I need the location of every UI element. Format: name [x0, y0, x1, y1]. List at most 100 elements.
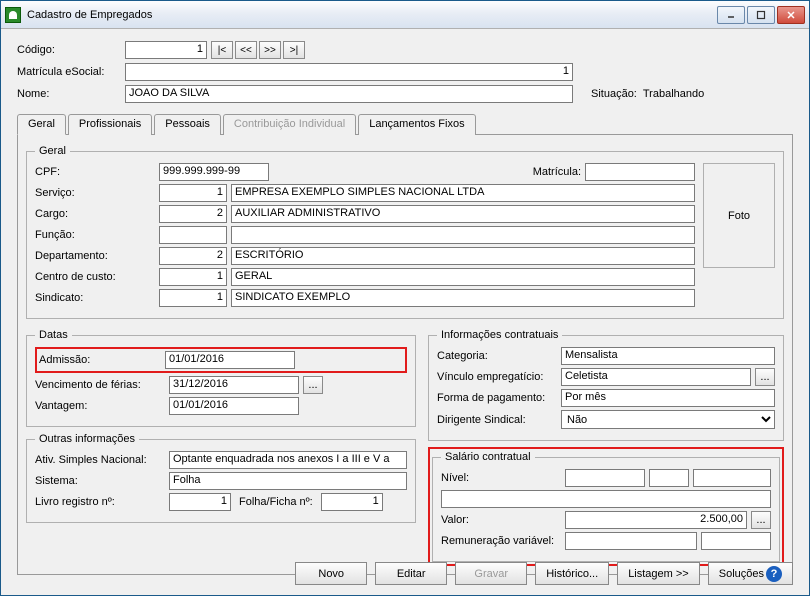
sistema-label: Sistema:	[35, 475, 165, 487]
tab-lancamentos[interactable]: Lançamentos Fixos	[358, 114, 475, 135]
nivel-field-2[interactable]	[649, 469, 689, 487]
admissao-field[interactable]: 01/01/2016	[165, 351, 295, 369]
nav-first-button[interactable]: |<	[211, 41, 233, 59]
sind-nome-field[interactable]: SINDICATO EXEMPLO	[231, 289, 695, 307]
close-button[interactable]	[777, 6, 805, 24]
simples-field[interactable]: Optante enquadrada nos anexos I a III e …	[169, 451, 407, 469]
funcao-nome-field[interactable]	[231, 226, 695, 244]
salario-group: Salário contratual Nível:	[432, 451, 780, 562]
matricula-field[interactable]	[585, 163, 695, 181]
vantagem-label: Vantagem:	[35, 400, 165, 412]
depto-nome-field[interactable]: ESCRITÓRIO	[231, 247, 695, 265]
matricula-esocial-field[interactable]: 1	[125, 63, 573, 81]
help-icon: ?	[766, 566, 782, 582]
historico-button[interactable]: Histórico...	[535, 562, 609, 585]
vinculo-label: Vínculo empregatício:	[437, 371, 557, 383]
titlebar: Cadastro de Empregados	[1, 1, 809, 29]
cpf-label: CPF:	[35, 166, 155, 178]
tabs: Geral Profissionais Pessoais Contribuiçã…	[17, 113, 793, 135]
vinculo-lookup-button[interactable]: ...	[755, 368, 775, 386]
funcao-cod-field[interactable]	[159, 226, 227, 244]
outras-group: Outras informações Ativ. Simples Naciona…	[26, 433, 416, 523]
sistema-field[interactable]: Folha	[169, 472, 407, 490]
nivel-field-1[interactable]	[565, 469, 645, 487]
funcao-label: Função:	[35, 229, 155, 241]
sind-label: Sindicato:	[35, 292, 155, 304]
servico-label: Serviço:	[35, 187, 155, 199]
valor-label: Valor:	[441, 514, 561, 526]
servico-cod-field[interactable]: 1	[159, 184, 227, 202]
tab-pessoais[interactable]: Pessoais	[154, 114, 221, 135]
nivel-label: Nível:	[441, 472, 561, 484]
matricula-label: Matrícula:	[533, 166, 581, 178]
situacao-label: Situação:	[591, 88, 637, 100]
datas-legend: Datas	[35, 329, 72, 341]
photo-placeholder[interactable]: Foto	[703, 163, 775, 268]
dirigente-label: Dirigente Sindical:	[437, 414, 557, 426]
admissao-label: Admissão:	[39, 354, 165, 366]
depto-cod-field[interactable]: 2	[159, 247, 227, 265]
cargo-nome-field[interactable]: AUXILIAR ADMINISTRATIVO	[231, 205, 695, 223]
situacao-value: Trabalhando	[643, 88, 704, 100]
vinculo-field[interactable]: Celetista	[561, 368, 751, 386]
window-title: Cadastro de Empregados	[27, 9, 717, 21]
venc-ferias-label: Vencimento de férias:	[35, 379, 165, 391]
outras-legend: Outras informações	[35, 433, 139, 445]
venc-ferias-field[interactable]: 31/12/2016	[169, 376, 299, 394]
editar-button[interactable]: Editar	[375, 562, 447, 585]
remun-field-1[interactable]	[565, 532, 697, 550]
cargo-cod-field[interactable]: 2	[159, 205, 227, 223]
codigo-label: Código:	[17, 44, 125, 56]
tab-contribuicao: Contribuição Individual	[223, 114, 356, 135]
dirigente-select[interactable]: Não	[561, 410, 775, 429]
tab-geral[interactable]: Geral	[17, 114, 66, 135]
vantagem-field[interactable]: 01/01/2016	[169, 397, 299, 415]
cc-nome-field[interactable]: GERAL	[231, 268, 695, 286]
remun-field-2[interactable]	[701, 532, 771, 550]
gravar-button: Gravar	[455, 562, 527, 585]
folha-label: Folha/Ficha nº:	[239, 496, 313, 508]
cpf-field[interactable]: 999.999.999-99	[159, 163, 269, 181]
forma-field[interactable]: Por mês	[561, 389, 775, 407]
datas-group: Datas Admissão: 01/01/2016 Vencimento de…	[26, 329, 416, 427]
cc-label: Centro de custo:	[35, 271, 155, 283]
tab-profissionais[interactable]: Profissionais	[68, 114, 152, 135]
listagem-button[interactable]: Listagem >>	[617, 562, 700, 585]
novo-button[interactable]: Novo	[295, 562, 367, 585]
cc-cod-field[interactable]: 1	[159, 268, 227, 286]
nav-prev-button[interactable]: <<	[235, 41, 257, 59]
photo-label: Foto	[728, 210, 750, 222]
minimize-button[interactable]	[717, 6, 745, 24]
nav-last-button[interactable]: >|	[283, 41, 305, 59]
categoria-label: Categoria:	[437, 350, 557, 362]
nav-next-button[interactable]: >>	[259, 41, 281, 59]
sind-cod-field[interactable]: 1	[159, 289, 227, 307]
cargo-label: Cargo:	[35, 208, 155, 220]
livro-field[interactable]: 1	[169, 493, 231, 511]
valor-lookup-button[interactable]: ...	[751, 511, 771, 529]
salario-legend: Salário contratual	[441, 451, 535, 463]
valor-field[interactable]: 2.500,00	[565, 511, 747, 529]
remun-label: Remuneração variável:	[441, 535, 561, 547]
contratuais-group: Informações contratuais Categoria: Mensa…	[428, 329, 784, 441]
nivel-field-3[interactable]	[693, 469, 771, 487]
nome-label: Nome:	[17, 88, 125, 100]
venc-ferias-lookup-button[interactable]: ...	[303, 376, 323, 394]
codigo-field[interactable]: 1	[125, 41, 207, 59]
folha-field[interactable]: 1	[321, 493, 383, 511]
solucoes-button[interactable]: Soluções ?	[708, 562, 793, 585]
forma-label: Forma de pagamento:	[437, 392, 557, 404]
categoria-field[interactable]: Mensalista	[561, 347, 775, 365]
servico-nome-field[interactable]: EMPRESA EXEMPLO SIMPLES NACIONAL LTDA	[231, 184, 695, 202]
livro-label: Livro registro nº:	[35, 496, 165, 508]
simples-label: Ativ. Simples Nacional:	[35, 454, 165, 466]
tab-body: Geral CPF: 999.999.999-99 Matrícula: Ser…	[17, 135, 793, 575]
app-window: Cadastro de Empregados Código: 1 |< << >…	[0, 0, 810, 596]
depto-label: Departamento:	[35, 250, 155, 262]
nivel-desc-field[interactable]	[441, 490, 771, 508]
geral-legend: Geral	[35, 145, 70, 157]
geral-group: Geral CPF: 999.999.999-99 Matrícula: Ser…	[26, 145, 784, 319]
nome-field[interactable]: JOAO DA SILVA	[125, 85, 573, 103]
footer-buttons: Novo Editar Gravar Histórico... Listagem…	[295, 562, 793, 585]
maximize-button[interactable]	[747, 6, 775, 24]
